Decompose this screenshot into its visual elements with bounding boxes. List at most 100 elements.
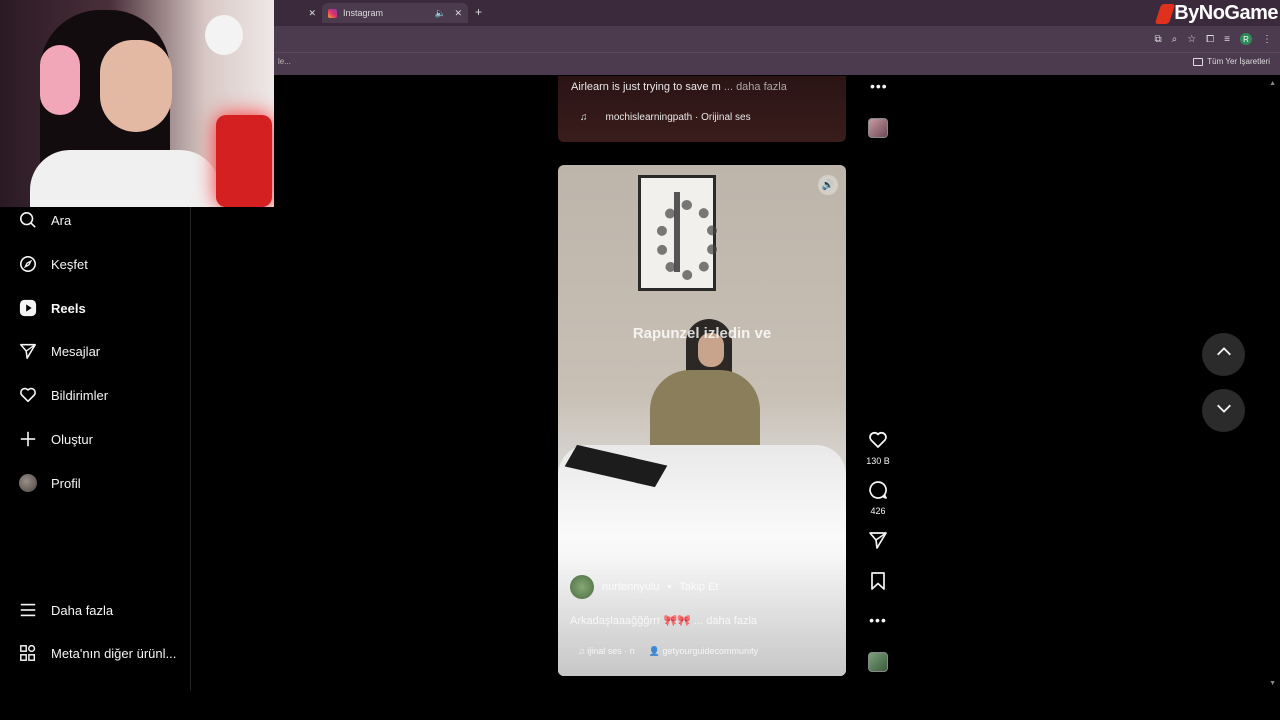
- webcam-overlay: [0, 0, 274, 207]
- close-icon[interactable]: ✕: [308, 8, 316, 19]
- tagged-label: getyourguidecommunity: [662, 646, 759, 656]
- sidebar-item-label: Reels: [51, 300, 86, 316]
- search-icon: [18, 210, 38, 230]
- browser-toolbar: ⧉ ⌕ ☆ ⧠ ≡ R ⋮: [1154, 33, 1272, 45]
- all-bookmarks[interactable]: Tüm Yer İşaretleri: [1193, 57, 1270, 66]
- sidebar-item-label: Oluştur: [51, 431, 93, 447]
- cast-icon[interactable]: ⧉: [1154, 34, 1161, 45]
- author-avatar[interactable]: [570, 575, 594, 599]
- audio-link[interactable]: ♫ ijinal ses · n: [578, 646, 635, 657]
- separator: •: [667, 581, 672, 593]
- grid-icon: [18, 643, 38, 663]
- tab-previous[interactable]: ✕: [276, 3, 322, 23]
- sidebar-item-more[interactable]: Daha fazla: [18, 598, 113, 622]
- previous-reel[interactable]: Airlearn is just trying to save m ... da…: [558, 76, 846, 142]
- volume-icon[interactable]: 🔊: [818, 175, 838, 195]
- kebab-menu-icon[interactable]: ⋮: [1262, 34, 1272, 45]
- sidebar-item-label: Meta'nın diğer ürünl...: [51, 645, 177, 661]
- previous-reel-button[interactable]: [1202, 333, 1245, 376]
- bynogame-mark-icon: [1154, 3, 1176, 24]
- scroll-up-arrow[interactable]: ▲: [1269, 80, 1276, 87]
- share-button[interactable]: [862, 530, 894, 555]
- sidebar-item-search[interactable]: Ara: [18, 208, 71, 232]
- extensions-icon[interactable]: ⧠: [1206, 34, 1214, 45]
- close-icon[interactable]: ✕: [454, 8, 462, 19]
- reel-video[interactable]: 🔊 Rapunzel izledin ve nurtennyulu • Taki…: [558, 165, 846, 676]
- tab-instagram-label: Instagram: [343, 8, 384, 18]
- sidebar-item-label: Keşfet: [51, 256, 88, 272]
- media-icon[interactable]: ≡: [1224, 34, 1230, 45]
- reel-audio: ♫ ijinal ses · n 👤 getyourguidecommunity: [578, 646, 758, 657]
- bynogame-logo: ByNoGame: [1154, 2, 1278, 25]
- sidebar-item-explore[interactable]: Keşfet: [18, 252, 88, 276]
- comment-icon: [868, 480, 888, 505]
- audio-label: mochislearningpath · Orijinal ses: [605, 112, 751, 123]
- reel-author: nurtennyulu • Takip Et: [570, 575, 719, 599]
- zoom-icon[interactable]: ⌕: [1172, 34, 1178, 45]
- logo-text: ByNoGame: [1174, 2, 1278, 24]
- sidebar-item-label: Profil: [51, 475, 81, 491]
- bookmark-icon: [868, 571, 888, 596]
- sidebar-item-meta-products[interactable]: Meta'nın diğer ürünl...: [18, 641, 176, 665]
- sidebar-item-reels[interactable]: Reels: [18, 296, 86, 320]
- more-link[interactable]: ... daha fazla: [694, 615, 757, 627]
- all-bookmarks-label: Tüm Yer İşaretleri: [1207, 57, 1270, 66]
- author-username[interactable]: nurtennyulu: [602, 581, 660, 593]
- headset: [40, 45, 80, 115]
- chevron-down-icon: [1215, 399, 1233, 422]
- sidebar-item-label: Bildirimler: [51, 387, 109, 403]
- more-link[interactable]: ... daha fazla: [724, 81, 787, 93]
- reels-icon: [18, 298, 38, 318]
- audio-thumbnail[interactable]: [868, 652, 888, 672]
- streamer-face: [100, 40, 172, 132]
- scroll-down-arrow[interactable]: ▼: [1269, 680, 1276, 687]
- like-count: 130 B: [866, 456, 890, 466]
- heart-icon: [18, 385, 38, 405]
- avatar: [18, 473, 38, 493]
- comment-button[interactable]: 426: [862, 480, 894, 516]
- menu-icon: [18, 600, 38, 620]
- instagram-favicon-icon: [328, 8, 337, 18]
- plus-icon: [18, 429, 38, 449]
- folder-icon: [1193, 57, 1204, 66]
- music-icon: ♫: [580, 112, 588, 123]
- microphone: [216, 115, 272, 207]
- screen: ✕ Instagram 🔈 ✕ + ⧉ ⌕ ☆ ⧠ ≡ R ⋮ le... Tü…: [0, 0, 1280, 720]
- like-button[interactable]: 130 B: [862, 430, 894, 466]
- save-button[interactable]: [862, 571, 894, 596]
- next-reel-button[interactable]: [1202, 389, 1245, 432]
- chevron-up-icon: [1215, 343, 1233, 366]
- more-options-icon[interactable]: •••: [870, 78, 888, 94]
- comment-count: 426: [870, 506, 886, 516]
- caption-text: Arkadaşlaaağğğrrr 🎀🎀: [570, 615, 691, 627]
- tagged-user[interactable]: 👤 getyourguidecommunity: [649, 646, 758, 657]
- send-icon: [868, 530, 888, 555]
- more-options-icon[interactable]: •••: [862, 612, 894, 628]
- sidebar-item-messages[interactable]: Mesajlar: [18, 339, 100, 363]
- reel-overlay-text: Rapunzel izledin ve: [632, 325, 772, 342]
- streamer-shirt: [30, 150, 220, 207]
- sidebar-item-label: Ara: [51, 212, 72, 228]
- fern-print: [656, 192, 718, 280]
- previous-reel-audio[interactable]: ♫ mochislearningpath · Orijinal ses: [580, 112, 751, 123]
- send-icon: [18, 341, 38, 361]
- bookmark-item[interactable]: le...: [278, 57, 291, 66]
- sidebar-item-label: Daha fazla: [51, 602, 114, 618]
- reel-caption: Arkadaşlaaağğğrrr 🎀🎀 ... daha fazla: [570, 614, 757, 627]
- audio-label: ijinal ses · n: [587, 646, 635, 656]
- tab-instagram[interactable]: Instagram 🔈 ✕: [322, 3, 468, 23]
- sidebar-item-create[interactable]: Oluştur: [18, 427, 93, 451]
- sidebar-item-profile[interactable]: Profil: [18, 471, 81, 495]
- previous-reel-caption: Airlearn is just trying to save m ... da…: [571, 81, 787, 93]
- compass-icon: [18, 254, 38, 274]
- wall-frame: [638, 175, 718, 291]
- follow-button[interactable]: Takip Et: [679, 581, 718, 593]
- sidebar-item-notifications[interactable]: Bildirimler: [18, 383, 108, 407]
- caption-text: Airlearn is just trying to save m: [571, 81, 721, 93]
- speaker-icon[interactable]: 🔈: [435, 8, 446, 19]
- audio-thumbnail[interactable]: [868, 118, 888, 138]
- star-icon[interactable]: ☆: [1187, 34, 1196, 45]
- profile-avatar[interactable]: R: [1240, 33, 1252, 45]
- sidebar-item-label: Mesajlar: [51, 343, 101, 359]
- new-tab-button[interactable]: +: [475, 5, 482, 19]
